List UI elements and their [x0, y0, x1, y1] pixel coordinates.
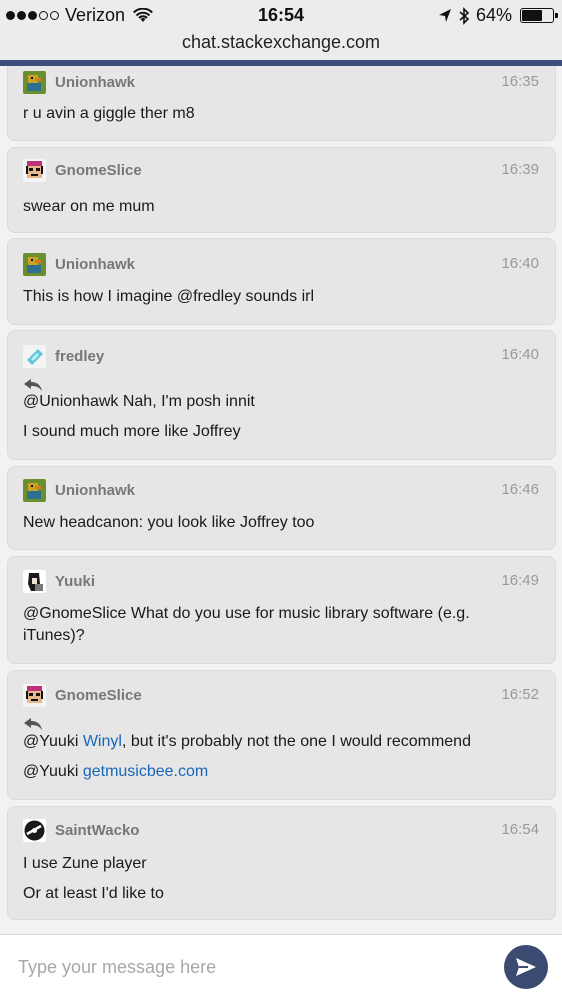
message-text: I sound much more like Joffrey: [23, 423, 241, 440]
message-header: SaintWacko: [23, 815, 139, 845]
message-header: Unionhawk: [23, 249, 135, 279]
send-arrow-icon: [516, 958, 536, 976]
message-1: Unionhawk 16:35 r u avin a giggle ther m…: [7, 66, 556, 141]
timestamp: 16:39: [501, 161, 539, 178]
message-text-continued: , but it's probably not the one I would …: [121, 733, 471, 750]
message-header: GnomeSlice: [23, 680, 142, 710]
message-8: SaintWacko 16:54 I use Zune player Or at…: [7, 806, 556, 920]
musicbee-link[interactable]: getmusicbee.com: [83, 763, 208, 780]
mention[interactable]: @Yuuki: [23, 763, 83, 780]
message-6: Yuuki 16:49 @GnomeSlice What do you use …: [7, 556, 556, 664]
username[interactable]: fredley: [55, 348, 104, 365]
username[interactable]: Yuuki: [55, 573, 95, 590]
message-input[interactable]: Type your message here: [18, 957, 216, 978]
reply-icon[interactable]: [23, 717, 43, 731]
timestamp: 16:49: [501, 572, 539, 589]
pixel-face-avatar-icon[interactable]: [23, 683, 46, 707]
message-4: fredley 16:40 @Unionhawk Nah, I'm posh i…: [7, 330, 556, 460]
username[interactable]: Unionhawk: [55, 482, 135, 499]
message-text: Or at least I'd like to: [23, 885, 164, 902]
message-3: Unionhawk 16:40 This is how I imagine @f…: [7, 238, 556, 325]
bluetooth-icon: [459, 6, 470, 25]
message-text: iTunes)?: [23, 627, 85, 644]
send-button[interactable]: [504, 945, 548, 989]
username[interactable]: Unionhawk: [55, 74, 135, 91]
chat-transcript[interactable]: Unionhawk 16:35 r u avin a giggle ther m…: [0, 66, 562, 934]
status-bar: Verizon 16:54 64%: [0, 0, 562, 30]
duck-avatar-icon[interactable]: [23, 478, 46, 502]
username[interactable]: GnomeSlice: [55, 687, 142, 704]
anime-avatar-icon[interactable]: [23, 569, 46, 593]
timestamp: 16:46: [501, 481, 539, 498]
message-5: Unionhawk 16:46 New headcanon: you look …: [7, 466, 556, 550]
message-text: @Unionhawk Nah, I'm posh innit: [23, 393, 255, 410]
mention[interactable]: @Yuuki: [23, 733, 83, 750]
message-text: @Yuuki Winyl, but it's probably not the …: [23, 731, 533, 753]
message-text: I use Zune player: [23, 855, 147, 872]
diamond-avatar-icon[interactable]: [23, 344, 46, 368]
timestamp: 16:52: [501, 686, 539, 703]
battery-percent: 64%: [475, 5, 512, 25]
duck-avatar-icon[interactable]: [23, 252, 46, 276]
battery-icon: [520, 8, 558, 23]
message-header: Unionhawk: [23, 475, 135, 505]
status-right: 64%: [438, 5, 558, 26]
disc-avatar-icon[interactable]: [23, 818, 46, 842]
timestamp: 16:54: [501, 821, 539, 838]
message-text: This is how I imagine @fredley sounds ir…: [23, 288, 315, 305]
duck-avatar-icon[interactable]: [23, 70, 46, 94]
location-arrow-icon: [438, 8, 451, 22]
timestamp: 16:40: [501, 346, 539, 363]
message-text: @Yuuki getmusicbee.com: [23, 761, 533, 783]
message-7: GnomeSlice 16:52 @Yuuki Winyl, but it's …: [7, 670, 556, 800]
username[interactable]: Unionhawk: [55, 256, 135, 273]
message-header: fredley: [23, 341, 104, 371]
address-bar[interactable]: chat.stackexchange.com: [0, 30, 562, 60]
winyl-link[interactable]: Winyl: [83, 733, 122, 750]
message-2: GnomeSlice 16:39 swear on me mum: [7, 147, 556, 233]
url-text: chat.stackexchange.com: [181, 32, 381, 52]
timestamp: 16:40: [501, 255, 539, 272]
message-text: swear on me mum: [23, 198, 155, 215]
pixel-face-avatar-icon[interactable]: [23, 158, 46, 182]
reply-icon[interactable]: [23, 378, 43, 392]
battery-level: [522, 10, 543, 21]
message-text: @GnomeSlice What do you use for music li…: [23, 605, 470, 622]
message-header: Unionhawk: [23, 67, 135, 97]
message-text: New headcanon: you look like Joffrey too: [23, 514, 315, 531]
message-header: GnomeSlice: [23, 155, 142, 185]
message-text: r u avin a giggle ther m8: [23, 105, 195, 122]
message-header: Yuuki: [23, 566, 95, 596]
username[interactable]: GnomeSlice: [55, 162, 142, 179]
message-composer: Type your message here: [0, 934, 562, 1000]
username[interactable]: SaintWacko: [55, 822, 139, 839]
timestamp: 16:35: [501, 73, 539, 90]
